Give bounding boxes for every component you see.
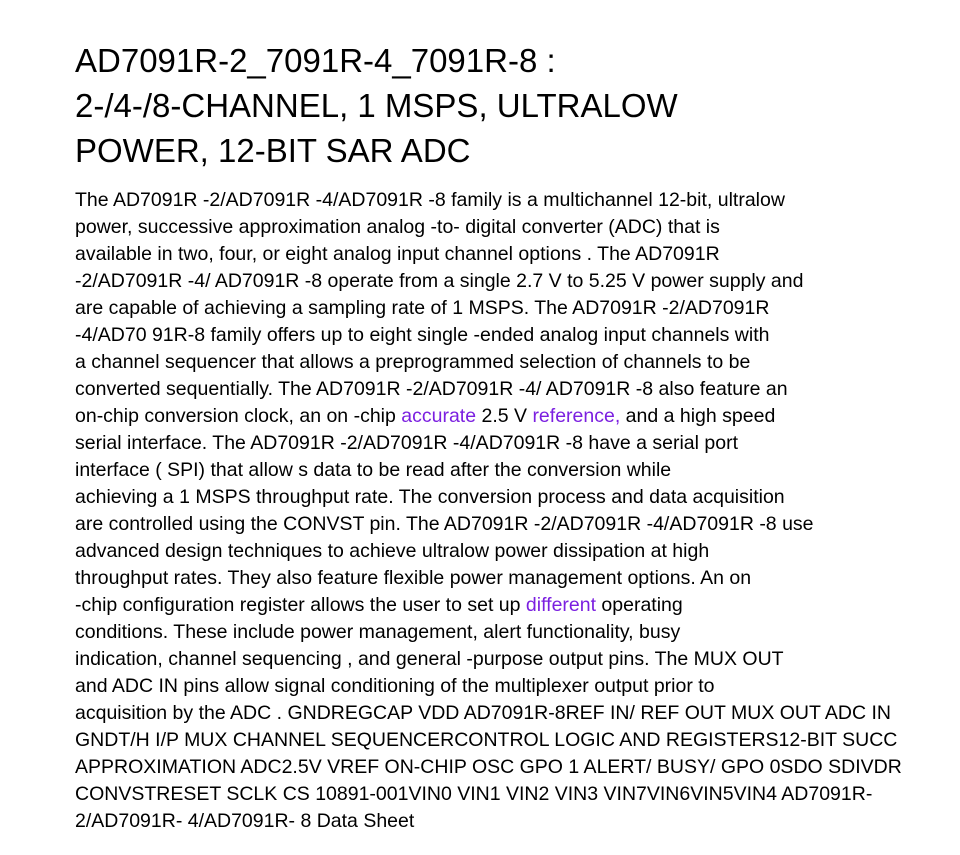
title-line: POWER, 12-BIT SAR ADC — [75, 132, 471, 169]
page-title: AD7091R-2_7091R-4_7091R-8 : 2-/4-/8-CHAN… — [75, 38, 960, 173]
body-line: The AD7091R -2/AD7091R -4/AD7091R -8 fam… — [75, 189, 785, 211]
description-body: The AD7091R -2/AD7091R -4/AD7091R -8 fam… — [75, 187, 960, 835]
body-line: and ADC IN pins allow signal conditionin… — [75, 675, 715, 697]
body-line: a channel sequencer that allows a prepro… — [75, 351, 751, 373]
different-link[interactable]: different — [526, 594, 596, 616]
body-line: available in two, four, or eight analog … — [75, 243, 720, 265]
body-text: and a high speed — [620, 405, 776, 427]
body-line: serial interface. The AD7091R -2/AD7091R… — [75, 432, 738, 454]
document-page: AD7091R-2_7091R-4_7091R-8 : 2-/4-/8-CHAN… — [75, 38, 960, 835]
body-line: 2/AD7091R- 4/AD7091R- 8 Data Sheet — [75, 810, 415, 832]
body-line: conditions. These include power manageme… — [75, 621, 681, 643]
body-line: CONVSTRESET SCLK CS 10891-001VIN0 VIN1 V… — [75, 783, 873, 805]
body-line: interface ( SPI) that allow s data to be… — [75, 459, 672, 481]
title-line: 2-/4-/8-CHANNEL, 1 MSPS, ULTRALOW — [75, 87, 678, 124]
body-line: -2/AD7091R -4/ AD7091R -8 operate from a… — [75, 270, 804, 292]
body-line: power, successive approximation analog -… — [75, 216, 720, 238]
body-line: indication, channel sequencing , and gen… — [75, 648, 784, 670]
body-text: operating — [596, 594, 683, 616]
body-line: throughput rates. They also feature flex… — [75, 567, 752, 589]
body-line: APPROXIMATION ADC2.5V VREF ON-CHIP OSC G… — [75, 756, 902, 778]
title-line: AD7091R-2_7091R-4_7091R-8 : — [75, 42, 556, 79]
body-line: GNDT/H I/P MUX CHANNEL SEQUENCERCONTROL … — [75, 729, 898, 751]
body-line: advanced design techniques to achieve ul… — [75, 540, 710, 562]
body-line: are capable of achieving a sampling rate… — [75, 297, 770, 319]
body-line: acquisition by the ADC . GNDREGCAP VDD A… — [75, 702, 891, 724]
body-line: -4/AD70 91R-8 family offers up to eight … — [75, 324, 770, 346]
body-text: 2.5 V — [476, 405, 533, 427]
reference-link[interactable]: reference, — [532, 405, 620, 427]
body-line-with-links: on-chip conversion clock, an on -chip ac… — [75, 403, 960, 430]
body-line: are controlled using the CONVST pin. The… — [75, 513, 814, 535]
body-text: on-chip conversion clock, an on -chip — [75, 405, 402, 427]
accurate-link[interactable]: accurate — [401, 405, 476, 427]
body-line: converted sequentially. The AD7091R -2/A… — [75, 378, 788, 400]
body-line-with-links: -chip configuration register allows the … — [75, 592, 960, 619]
body-line: achieving a 1 MSPS throughput rate. The … — [75, 486, 785, 508]
body-text: -chip configuration register allows the … — [75, 594, 526, 616]
